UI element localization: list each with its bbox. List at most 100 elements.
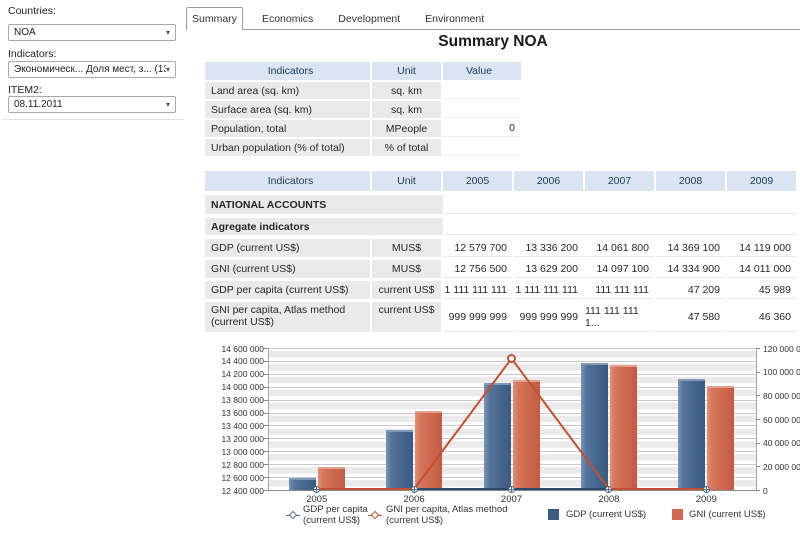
gni-per-capita-peak-marker <box>507 354 516 363</box>
chevron-down-icon: ▾ <box>166 66 170 74</box>
legend-diamond-icon <box>371 511 379 519</box>
unit-cell: current US$ <box>372 302 441 332</box>
indicator-cell: GNI per capita, Atlas method (current US… <box>205 302 370 332</box>
left-axis-tick-label: 14 400 000 <box>204 356 264 366</box>
unit-cell: MUS$ <box>372 260 441 278</box>
value-cell <box>443 139 521 156</box>
tab-development[interactable]: Development <box>332 7 406 30</box>
right-axis-tick <box>756 372 760 373</box>
right-axis-tick-label: 0 <box>763 486 768 496</box>
right-axis-tick-label: 120 000 000 <box>763 344 800 354</box>
value-cell: 14 334 900 <box>656 260 725 278</box>
item2-select-value: 08.11.2011 <box>14 99 63 110</box>
table-row: GNI per capita, Atlas method (current US… <box>205 302 796 332</box>
indicators-select-value: Экономическ... Доля мест, з... (1374) <box>14 64 166 75</box>
section-label: NATIONAL ACCOUNTS <box>205 195 443 214</box>
left-axis-tick-label: 13 800 000 <box>204 395 264 405</box>
right-axis-tick-label: 100 000 000 <box>763 367 800 377</box>
column-header: 2009 <box>727 171 796 191</box>
table-row: Population, totalMPeople0 <box>205 120 521 137</box>
summary-chart: 14 600 000 14 400 000 14 200 000 14 000 000… <box>200 345 800 535</box>
indicator-cell: Surface area (sq. km) <box>205 101 370 118</box>
x-axis-label: 2009 <box>676 494 736 505</box>
right-axis-tick-label: 60 000 000 <box>763 415 800 425</box>
value-cell: 1 111 111 111 <box>514 281 583 299</box>
value-cell: 12 756 500 <box>443 260 512 278</box>
unit-cell: MUS$ <box>372 239 441 257</box>
indicators-label: Indicators: <box>8 48 56 60</box>
gdp-per-capita-marker <box>605 486 612 493</box>
column-header: 2006 <box>514 171 583 191</box>
column-header: 2008 <box>656 171 725 191</box>
value-cell: 14 061 800 <box>585 239 654 257</box>
left-axis-tick-label: 12 800 000 <box>204 460 264 470</box>
left-axis-tick-label: 13 000 000 <box>204 447 264 457</box>
column-header: Value <box>443 62 521 80</box>
item2-select[interactable]: 08.11.2011 ▾ <box>8 96 176 113</box>
indicator-cell: GDP (current US$) <box>205 239 370 257</box>
left-axis-tick-label: 12 600 000 <box>204 473 264 483</box>
legend-label: GNI (current US$) <box>689 509 766 520</box>
section-row: NATIONAL ACCOUNTS <box>205 195 796 214</box>
line-series-layer <box>268 348 755 490</box>
right-axis-tick-label: 20 000 000 <box>763 462 800 472</box>
table-row: GNI (current US$)MUS$12 756 50013 629 20… <box>205 260 796 278</box>
legend-label: GNI per capita, Atlas method(current US$… <box>386 504 507 526</box>
sidebar-separator <box>2 119 184 120</box>
right-axis-tick <box>756 466 760 467</box>
unit-cell: sq. km <box>372 82 441 99</box>
left-axis-tick-label: 14 200 000 <box>204 369 264 379</box>
legend-label: GDP per capita(current US$) <box>303 504 368 526</box>
right-axis-tick <box>756 395 760 396</box>
page-title: Summary NOA <box>186 33 800 51</box>
table-row: GDP (current US$)MUS$12 579 70013 336 20… <box>205 239 796 257</box>
countries-select-value: NOA <box>14 27 36 38</box>
section-year-space <box>445 195 796 214</box>
tab-economics[interactable]: Economics <box>256 7 319 30</box>
indicator-cell: Land area (sq. km) <box>205 82 370 99</box>
table-row: Land area (sq. km)sq. km <box>205 82 521 99</box>
sidebar: Countries: NOA ▾ Indicators: Экономическ… <box>0 0 186 535</box>
right-axis-tick <box>756 443 760 444</box>
indicator-cell: GNI (current US$) <box>205 260 370 278</box>
column-header: Unit <box>372 171 441 191</box>
value-cell: 14 011 000 <box>727 260 796 278</box>
value-cell <box>443 101 521 118</box>
column-header: 2007 <box>585 171 654 191</box>
right-axis-tick <box>756 419 760 420</box>
item2-label: ITEM2: <box>8 84 42 96</box>
left-axis-tick-label: 13 200 000 <box>204 434 264 444</box>
countries-label: Countries: <box>8 5 56 17</box>
table-row: GDP per capita (current US$)current US$1… <box>205 281 796 299</box>
value-cell: 111 111 111 1... <box>585 302 654 332</box>
tab-environment[interactable]: Environment <box>419 7 490 30</box>
legend-diamond-icon <box>289 511 297 519</box>
left-axis-tick-label: 14 000 000 <box>204 382 264 392</box>
value-cell <box>443 82 521 99</box>
gdp-per-capita-marker <box>703 486 710 493</box>
value-cell: 14 097 100 <box>585 260 654 278</box>
table-row: Surface area (sq. km)sq. km <box>205 101 521 118</box>
value-cell: 0 <box>443 120 521 137</box>
table-row: Urban population (% of total)% of total <box>205 139 521 156</box>
gdp-per-capita-marker <box>411 486 418 493</box>
tab-summary[interactable]: Summary <box>186 7 243 30</box>
left-axis-tick-label: 14 600 000 <box>204 344 264 354</box>
tab-bar: Summary Economics Development Environment <box>186 7 490 30</box>
table-header-row: IndicatorsUnit20052006200720082009 <box>205 171 796 191</box>
left-axis-tick-label: 12 400 000 <box>204 486 264 496</box>
national-accounts-table: IndicatorsUnit20052006200720082009 NATION… <box>205 171 796 335</box>
table-header-row: IndicatorsUnitValue <box>205 62 521 80</box>
app-window: Countries: NOA ▾ Indicators: Экономическ… <box>0 0 800 535</box>
unit-cell: current US$ <box>372 281 441 299</box>
section-row: Agregate indicators <box>205 218 796 235</box>
x-axis-label: 2008 <box>579 494 639 505</box>
right-axis-tick <box>756 348 760 349</box>
value-cell: 14 369 100 <box>656 239 725 257</box>
value-cell: 999 999 999 <box>443 302 512 332</box>
legend-square-icon <box>548 509 559 520</box>
left-axis-tick <box>264 490 268 491</box>
chevron-down-icon: ▾ <box>166 29 170 37</box>
countries-select[interactable]: NOA ▾ <box>8 24 176 41</box>
indicators-select[interactable]: Экономическ... Доля мест, з... (1374) ▾ <box>8 61 176 78</box>
